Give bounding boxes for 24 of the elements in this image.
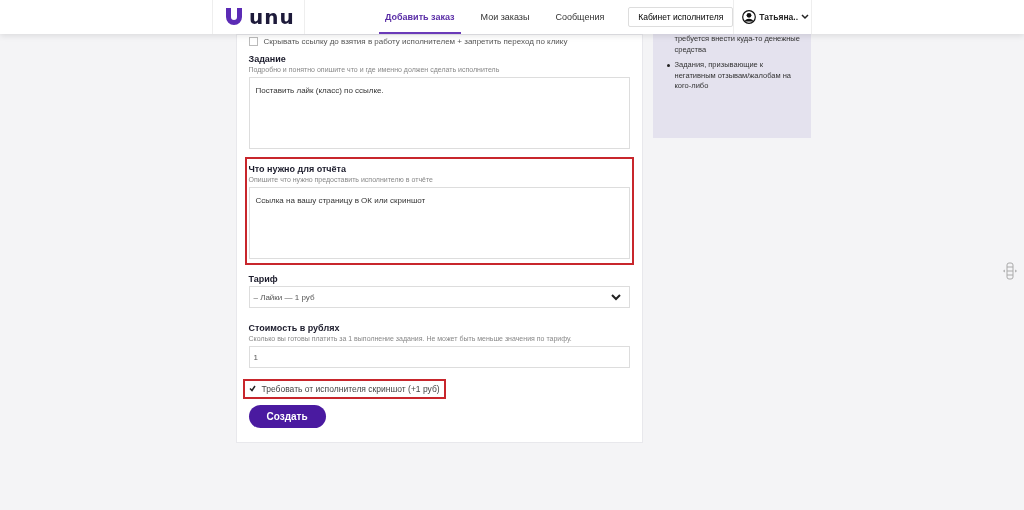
field-label: Тариф — [248, 274, 279, 284]
field-label: Что нужно для отчёта — [248, 164, 347, 174]
chevron-down-icon — [610, 293, 621, 301]
text-area[interactable]: Ссылка на вашу страницу в ОК или скриншот — [248, 187, 630, 259]
scroll-handle-icon[interactable] — [1003, 262, 1017, 280]
bullet-icon — [666, 64, 670, 67]
logo[interactable]: unu — [249, 5, 295, 29]
chevron-down-icon[interactable] — [801, 14, 809, 20]
checkbox[interactable] — [248, 385, 256, 392]
user-name[interactable]: Татьяна.. — [759, 12, 798, 22]
cabinet-button[interactable]: Кабинет исполнителя — [628, 7, 734, 27]
avatar-icon — [742, 10, 757, 24]
shield-logo-icon — [225, 7, 243, 27]
field-label: Стоимость в рублях — [248, 323, 341, 333]
checkbox[interactable] — [248, 36, 258, 46]
create-button[interactable]: Создать — [248, 404, 326, 428]
field-label: Задание — [248, 54, 287, 64]
option-label: Скрывать ссылку до взятия в работу исполнителем + запретить переход по клику — [263, 36, 568, 46]
text-area[interactable]: Поставить лайк (класс) по ссылке. — [248, 77, 630, 149]
nav-tab[interactable]: Мои заказы — [474, 0, 536, 34]
tariff-select[interactable]: – Лайки — 1 руб — [248, 286, 630, 308]
price-input[interactable]: 1 — [248, 346, 630, 368]
option-label: Требовать от исполнителя скриншот (+1 руб) — [261, 383, 440, 394]
nav-tab[interactable]: Сообщения — [549, 0, 611, 34]
